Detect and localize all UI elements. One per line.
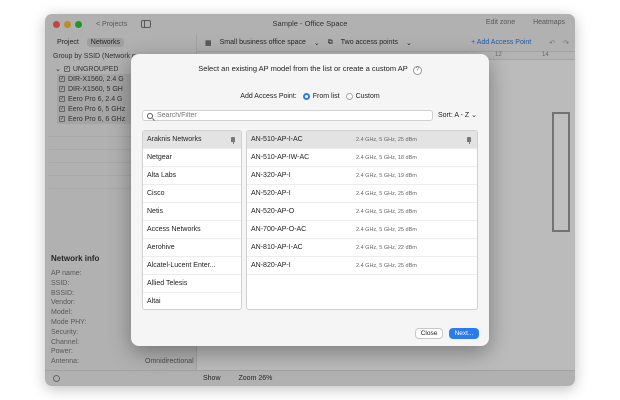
radio-from-list[interactable]: From list — [302, 93, 340, 100]
radio-label: Custom — [355, 93, 380, 100]
dialog-title-row: Select an existing AP model from the lis… — [131, 64, 489, 75]
vendor-item[interactable]: Netgear — [143, 149, 241, 167]
model-name: AN-810-AP-I-AC — [251, 244, 303, 251]
add-mode-row: Add Access Point: From list Custom — [131, 93, 489, 100]
model-name: AN-510-AP-IW-AC — [251, 154, 310, 161]
radio-label: From list — [312, 93, 340, 100]
help-icon[interactable]: ? — [412, 66, 422, 75]
vendor-label: Alcatel-Lucent Enter... — [147, 262, 216, 269]
vendor-label: Netis — [147, 208, 163, 215]
model-item[interactable]: AN-810-AP-I-AC 2.4 GHz, 5 GHz, 22 dBm — [247, 239, 477, 257]
radio-selected-icon[interactable] — [302, 93, 310, 100]
vendor-list: Araknis Networks Netgear Alta Labs Cisco… — [142, 130, 242, 310]
model-item[interactable]: AN-520-AP-I 2.4 GHz, 5 GHz, 25 dBm — [247, 185, 477, 203]
add-mode-label: Add Access Point: — [240, 93, 297, 100]
vendor-item[interactable]: Aerohive — [143, 239, 241, 257]
model-item[interactable]: AN-520-AP-O 2.4 GHz, 5 GHz, 25 dBm — [247, 203, 477, 221]
vendor-label: Alta Labs — [147, 172, 177, 179]
pin-icon[interactable] — [231, 137, 235, 144]
vendor-item[interactable]: Alcatel-Lucent Enter... — [143, 257, 241, 275]
vendor-label: Allied Telesis — [147, 280, 188, 287]
vendor-label: Cisco — [147, 190, 165, 197]
model-item[interactable]: AN-700-AP-O-AC 2.4 GHz, 5 GHz, 25 dBm — [247, 221, 477, 239]
model-name: AN-520-AP-I — [251, 190, 291, 197]
vendor-item[interactable]: Allied Telesis — [143, 275, 241, 293]
vendor-label: Aerohive — [147, 244, 175, 251]
close-button[interactable]: Close — [415, 328, 443, 339]
model-item[interactable]: AN-320-AP-I 2.4 GHz, 5 GHz, 19 dBm — [247, 167, 477, 185]
model-spec: 2.4 GHz, 5 GHz, 25 dBm — [356, 136, 417, 143]
model-spec: 2.4 GHz, 5 GHz, 25 dBm — [356, 190, 417, 197]
search-field[interactable] — [142, 110, 433, 121]
vendor-item[interactable]: Altai — [143, 293, 241, 309]
model-item[interactable]: AN-820-AP-I 2.4 GHz, 5 GHz, 25 dBm — [247, 257, 477, 275]
dialog-title: Select an existing AP model from the lis… — [198, 64, 408, 73]
model-spec: 2.4 GHz, 5 GHz, 25 dBm — [356, 208, 417, 215]
vendor-item[interactable]: Cisco — [143, 185, 241, 203]
vendor-label: Access Networks — [147, 226, 201, 233]
radio-custom[interactable]: Custom — [345, 93, 380, 100]
model-list: AN-510-AP-I-AC 2.4 GHz, 5 GHz, 25 dBm AN-… — [246, 130, 478, 310]
model-name: AN-520-AP-O — [251, 208, 295, 215]
vendor-label: Altai — [147, 298, 161, 305]
vendor-item[interactable]: Araknis Networks — [143, 131, 241, 149]
model-item[interactable]: AN-510-AP-IW-AC 2.4 GHz, 5 GHz, 18 dBm — [247, 149, 477, 167]
sort-label: Sort: A - Z — [438, 112, 470, 119]
sort-dropdown[interactable]: Sort: A - Z ⌄ — [438, 111, 477, 119]
vendor-label: Araknis Networks — [147, 136, 202, 143]
model-spec: 2.4 GHz, 5 GHz, 19 dBm — [356, 172, 417, 179]
model-spec: 2.4 GHz, 5 GHz, 25 dBm — [356, 226, 417, 233]
search-icon — [147, 112, 153, 119]
vendor-item[interactable]: Netis — [143, 203, 241, 221]
vendor-item[interactable]: Access Networks — [143, 221, 241, 239]
chevron-down-icon: ⌄ — [471, 112, 477, 119]
model-spec: 2.4 GHz, 5 GHz, 18 dBm — [356, 154, 417, 161]
model-item[interactable]: AN-510-AP-I-AC 2.4 GHz, 5 GHz, 25 dBm — [247, 131, 477, 149]
vendor-item[interactable]: Alta Labs — [143, 167, 241, 185]
vendor-label: Netgear — [147, 154, 172, 161]
radio-unselected-icon[interactable] — [345, 93, 353, 100]
add-ap-dialog: Select an existing AP model from the lis… — [131, 54, 489, 346]
model-name: AN-510-AP-I-AC — [251, 136, 303, 143]
model-name: AN-700-AP-O-AC — [251, 226, 307, 233]
model-name: AN-320-AP-I — [251, 172, 291, 179]
model-spec: 2.4 GHz, 5 GHz, 25 dBm — [356, 262, 417, 269]
next-button[interactable]: Next... — [449, 328, 479, 339]
search-input[interactable] — [157, 112, 417, 119]
model-spec: 2.4 GHz, 5 GHz, 22 dBm — [356, 244, 417, 251]
pin-icon[interactable] — [467, 137, 471, 144]
model-name: AN-820-AP-I — [251, 262, 291, 269]
